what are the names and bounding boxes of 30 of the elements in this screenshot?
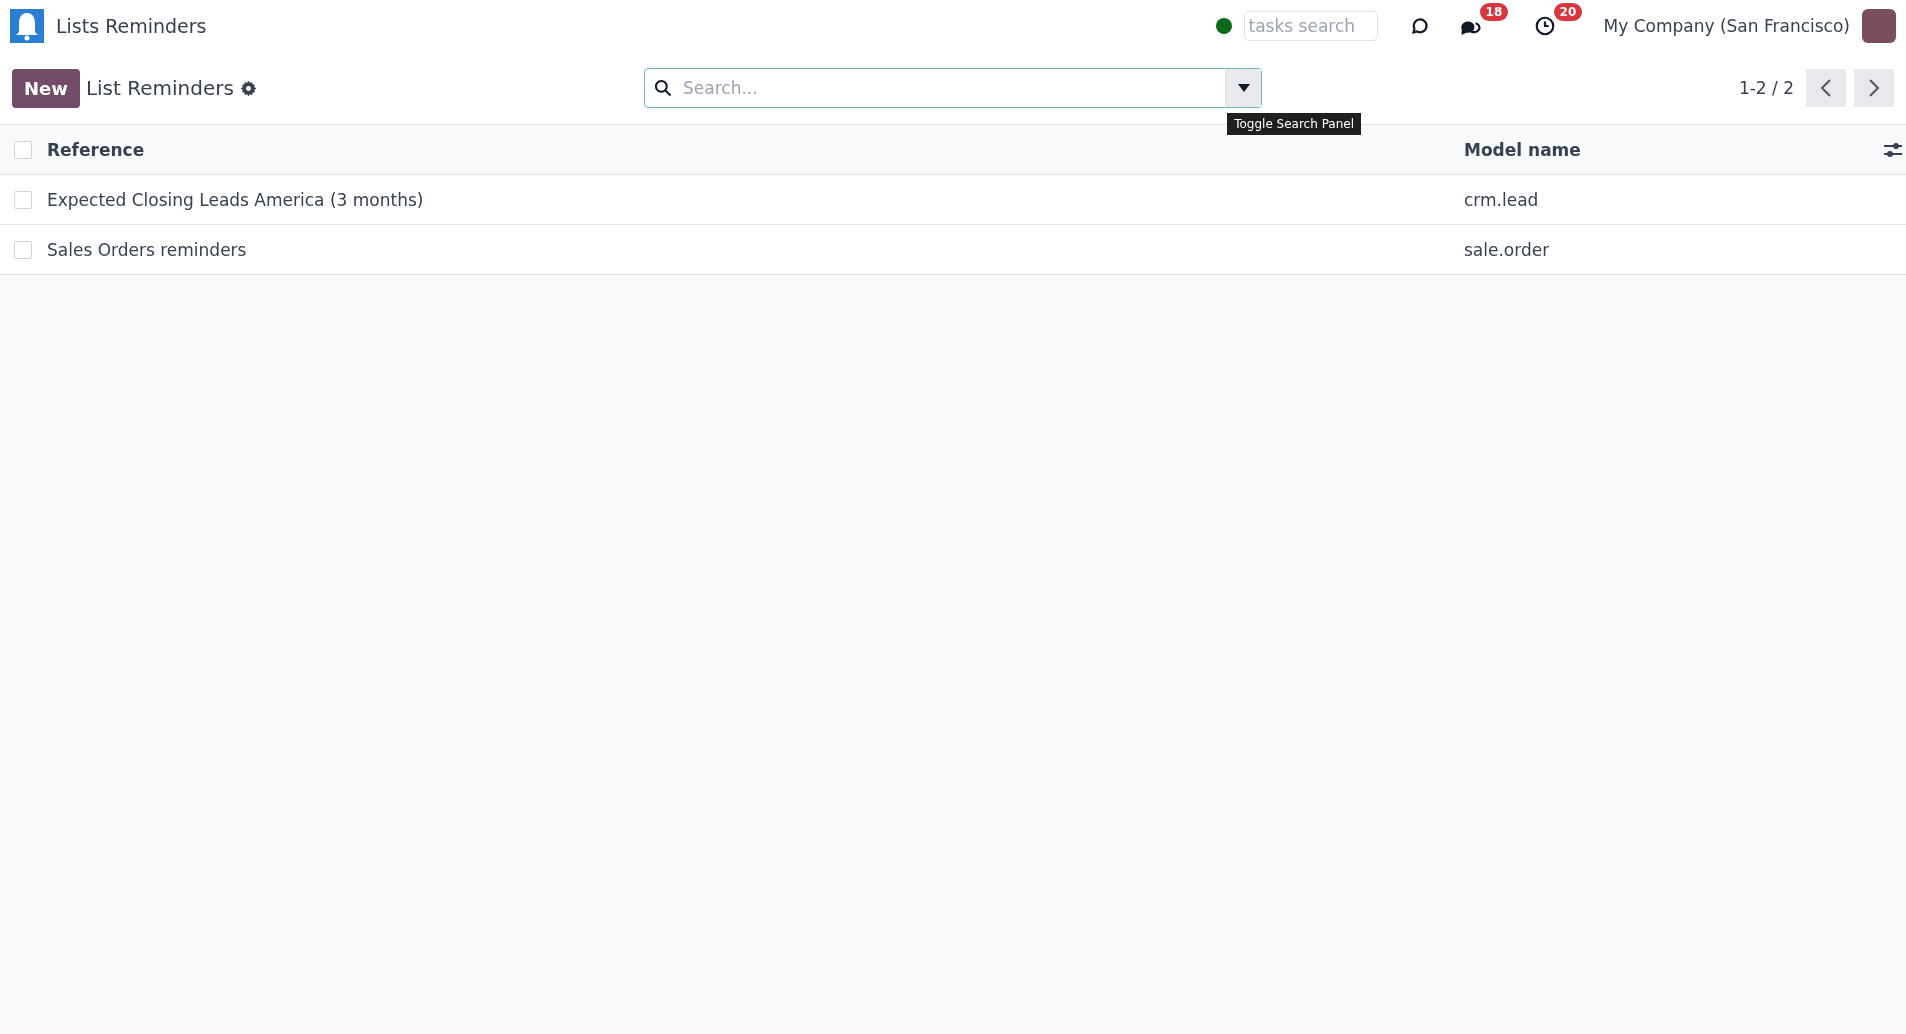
app-title: Lists Reminders	[56, 15, 207, 37]
chevron-left-icon	[1819, 79, 1833, 97]
row-checkbox[interactable]	[14, 240, 32, 259]
bell-logo-icon	[10, 9, 44, 43]
new-button[interactable]: New	[12, 68, 80, 108]
clock-icon	[1533, 15, 1556, 37]
next-button[interactable]	[1854, 69, 1894, 107]
select-all-checkbox[interactable]	[14, 140, 32, 159]
company-name[interactable]: My Company (San Francisco)	[1603, 16, 1850, 36]
previous-button[interactable]	[1806, 69, 1846, 107]
search-icon	[653, 78, 673, 98]
table-cell-text: crm.lead	[1464, 189, 1540, 210]
messages-count: 18	[1479, 3, 1509, 21]
user-avatar[interactable]	[1862, 9, 1896, 43]
pager-value[interactable]: 1-2 / 2	[1738, 78, 1794, 98]
column-settings-icon[interactable]	[1884, 140, 1902, 159]
column-header[interactable]: Reference	[47, 139, 1464, 160]
row-checkbox[interactable]	[14, 190, 32, 209]
table-cell-text: sale.order	[1464, 239, 1551, 260]
tooltip: Toggle Search Panel	[1227, 113, 1361, 135]
column-header[interactable]: Model name	[1464, 139, 1884, 160]
table-cell-text: Sales Orders reminders	[47, 239, 248, 260]
settings-icon[interactable]	[239, 79, 257, 97]
toggle-search-panel-button[interactable]	[1225, 69, 1261, 107]
breadcrumb-title: List Reminders	[85, 76, 234, 100]
chevron-right-icon	[1867, 79, 1881, 97]
tasks-search-field[interactable]: tasks search	[1243, 11, 1378, 41]
table-cell-text: Expected Closing Leads America (3 months)	[47, 189, 425, 210]
caret-icon	[1237, 84, 1250, 92]
activities-count: 20	[1553, 3, 1583, 21]
